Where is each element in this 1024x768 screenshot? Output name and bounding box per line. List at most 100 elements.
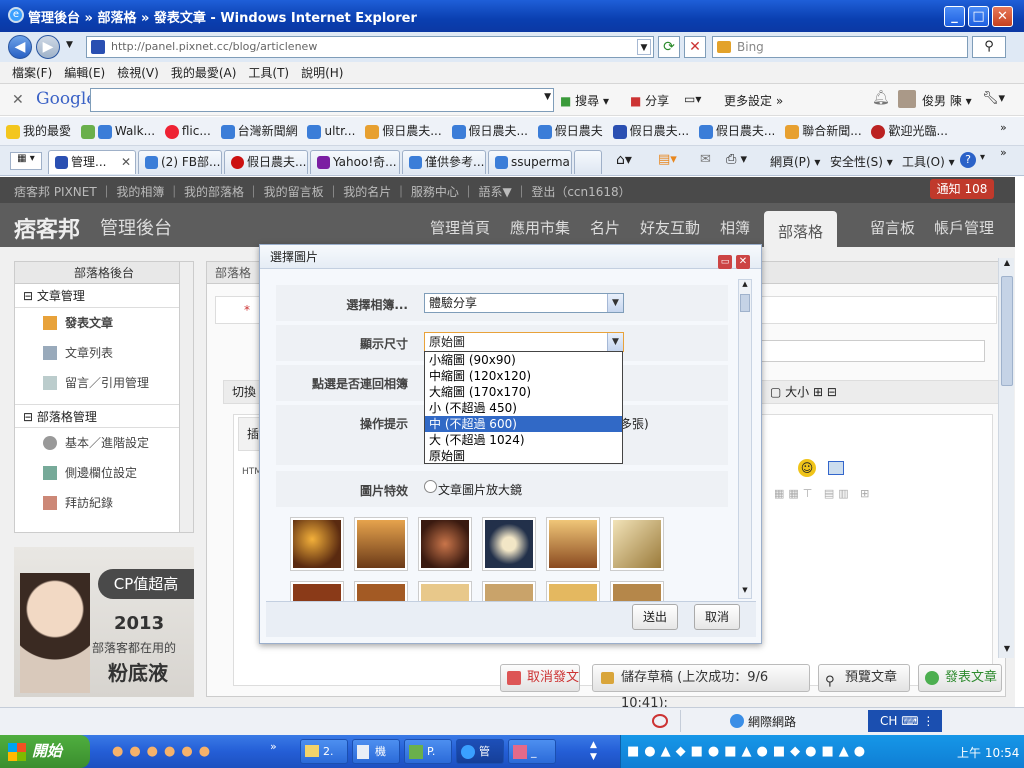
- tab[interactable]: 假日農夫...: [224, 150, 308, 174]
- size-option-highlighted[interactable]: 中 (不超過 600): [425, 416, 622, 432]
- feeds-icon[interactable]: ▤▾: [658, 152, 677, 167]
- close-tab-icon[interactable]: ✕: [121, 151, 131, 173]
- section-blog-manage[interactable]: ⊟ 部落格管理: [15, 404, 193, 428]
- thumbnail[interactable]: [290, 581, 344, 601]
- nav-blog[interactable]: 部落格: [764, 211, 838, 247]
- taskbar-button[interactable]: _: [508, 739, 556, 764]
- avatar[interactable]: [898, 90, 916, 108]
- thumbnail[interactable]: [546, 581, 600, 601]
- nav-card[interactable]: 名片: [590, 217, 620, 238]
- menu-tools[interactable]: 工具(T): [248, 66, 289, 80]
- nav-guestbook[interactable]: 留言板: [870, 217, 915, 238]
- cancel-post-button[interactable]: 取消發文: [500, 664, 580, 692]
- blocked-icon[interactable]: [652, 714, 668, 728]
- size-option[interactable]: 原始圖: [425, 448, 622, 464]
- preview-button[interactable]: ⚲ 預覽文章: [818, 664, 910, 692]
- thumbnail[interactable]: [610, 517, 664, 571]
- font-size-control[interactable]: ▢ 大小 ⊞ ⊟: [770, 381, 837, 403]
- thumbnail[interactable]: [418, 517, 472, 571]
- sidebar-item-widgets[interactable]: 側邊欄位設定: [15, 458, 193, 488]
- history-dropdown-icon[interactable]: ▼: [66, 40, 73, 50]
- sidebar-item-new-post[interactable]: 發表文章: [15, 308, 193, 338]
- taskbar-scroll-icon[interactable]: ▲ ▼: [590, 739, 597, 763]
- page-scrollbar[interactable]: ▲ ▼: [998, 258, 1014, 658]
- google-dropdown-icon[interactable]: ▼: [544, 92, 551, 102]
- tag-input[interactable]: [755, 340, 985, 362]
- dialog-restore-icon[interactable]: ▭: [718, 255, 732, 269]
- tab[interactable]: Yahoo!奇...: [310, 150, 400, 174]
- help-icon[interactable]: ?: [960, 152, 976, 168]
- google-share-button[interactable]: ■ 分享: [630, 92, 669, 109]
- thumbnail[interactable]: [418, 581, 472, 601]
- fav-item[interactable]: ultr...: [307, 117, 355, 145]
- notify-badge[interactable]: 通知 108: [930, 179, 994, 199]
- back-button[interactable]: ◀: [8, 35, 32, 59]
- fav-item[interactable]: 假日農夫...: [612, 117, 689, 145]
- address-field[interactable]: http://panel.pixnet.cc/blog/articlenew ▼: [86, 36, 654, 58]
- close-button[interactable]: ✕: [992, 6, 1013, 27]
- emoji-icon[interactable]: ☺: [798, 459, 816, 477]
- thumbnail[interactable]: [354, 581, 408, 601]
- favorites-overflow-icon[interactable]: »: [1000, 121, 1007, 134]
- wrench-icon[interactable]: 🔧︎▾: [982, 91, 1005, 106]
- scroll-up-icon[interactable]: ▲: [1000, 258, 1014, 272]
- print-icon[interactable]: ⎙ ▾: [726, 152, 747, 167]
- sidebar-item-post-list[interactable]: 文章列表: [15, 338, 193, 368]
- save-draft-button[interactable]: 儲存草稿 (上次成功：9/6 10:41):: [592, 664, 810, 711]
- quick-launch-icons[interactable]: ●●●●●●: [112, 744, 216, 759]
- taskbar-button[interactable]: 機: [352, 739, 400, 764]
- fav-item[interactable]: 假日農夫...: [365, 117, 442, 145]
- switch-mode-label[interactable]: 切換: [232, 385, 256, 399]
- nav-admin-home[interactable]: 管理首頁: [430, 217, 490, 238]
- favorites-button[interactable]: 我的最愛: [6, 117, 71, 145]
- ad-banner[interactable]: CP值超高 2013 部落客都在用的 粉底液: [14, 547, 194, 697]
- quick-tabs-icon[interactable]: ▦ ▾: [10, 152, 42, 170]
- menu-file[interactable]: 檔案(F): [12, 66, 52, 80]
- google-search-input[interactable]: ▼: [90, 88, 554, 112]
- sidebar-scrollbar[interactable]: [179, 262, 193, 532]
- forward-button[interactable]: ▶: [36, 35, 60, 59]
- thumbnail[interactable]: [610, 581, 664, 601]
- thumbnail[interactable]: [482, 581, 536, 601]
- tab[interactable]: (2) FB部...: [138, 150, 222, 174]
- taskbar-button[interactable]: P.: [404, 739, 452, 764]
- table-tools-icon[interactable]: ▦▦⊤ ▤▥ ⊞: [774, 487, 974, 503]
- thumbnail[interactable]: [290, 517, 344, 571]
- tab[interactable]: ssuperma...: [488, 150, 572, 174]
- search-icon[interactable]: ⚲: [972, 36, 1006, 58]
- size-option[interactable]: 大縮圖 (170x170): [425, 384, 622, 400]
- page-menu[interactable]: 網頁(P) ▾: [770, 153, 820, 170]
- nav-friends[interactable]: 好友互動: [640, 217, 700, 238]
- maximize-button[interactable]: □: [968, 6, 989, 27]
- effect-radio[interactable]: [424, 480, 437, 493]
- menu-view[interactable]: 檢視(V): [117, 66, 159, 80]
- pixnet-top-links[interactable]: 痞客邦 PIXNET ｜ 我的相簿 ｜ 我的部落格 ｜ 我的留言板 ｜ 我的名片…: [14, 183, 631, 200]
- sidebar-item-comments[interactable]: 留言／引用管理: [15, 368, 193, 398]
- sidebar-item-visits[interactable]: 拜訪紀錄: [15, 488, 193, 518]
- size-option[interactable]: 小 (不超過 450): [425, 400, 622, 416]
- quick-launch-overflow-icon[interactable]: »: [270, 740, 277, 753]
- safety-menu[interactable]: 安全性(S) ▾: [830, 153, 893, 170]
- taskbar-button-ie-active[interactable]: 管: [456, 739, 504, 764]
- close-toolbar-icon[interactable]: ✕: [12, 92, 24, 108]
- fav-item[interactable]: 假日農夫...: [451, 117, 528, 145]
- new-tab-button[interactable]: [574, 150, 602, 174]
- home-icon[interactable]: ⌂▾: [616, 152, 632, 168]
- google-search-button[interactable]: ■ 搜尋 ▾: [560, 92, 609, 109]
- tray-icons[interactable]: ■●▲◆■●■▲●■◆●■▲●: [627, 744, 947, 759]
- scroll-thumb[interactable]: [1001, 276, 1013, 386]
- nav-album[interactable]: 相簿: [720, 217, 750, 238]
- scroll-down-icon[interactable]: ▼: [1000, 644, 1014, 658]
- size-select[interactable]: 原始圖 ▼: [424, 332, 624, 352]
- menu-help[interactable]: 說明(H): [301, 66, 343, 80]
- section-article-manage[interactable]: ⊟ 文章管理: [15, 284, 193, 308]
- flag-icon[interactable]: ▭▾: [684, 92, 701, 106]
- scroll-up-icon[interactable]: ▲: [739, 280, 751, 292]
- publish-button[interactable]: 發表文章: [918, 664, 1002, 692]
- size-option[interactable]: 中縮圖 (120x120): [425, 368, 622, 384]
- fav-item[interactable]: 台灣新聞網: [220, 117, 298, 145]
- size-option[interactable]: 小縮圖 (90x90): [425, 352, 622, 368]
- minimize-button[interactable]: _: [944, 6, 965, 27]
- google-user-menu[interactable]: 俊男 陳 ▾: [922, 92, 972, 109]
- help-dropdown-icon[interactable]: ▾: [980, 152, 985, 163]
